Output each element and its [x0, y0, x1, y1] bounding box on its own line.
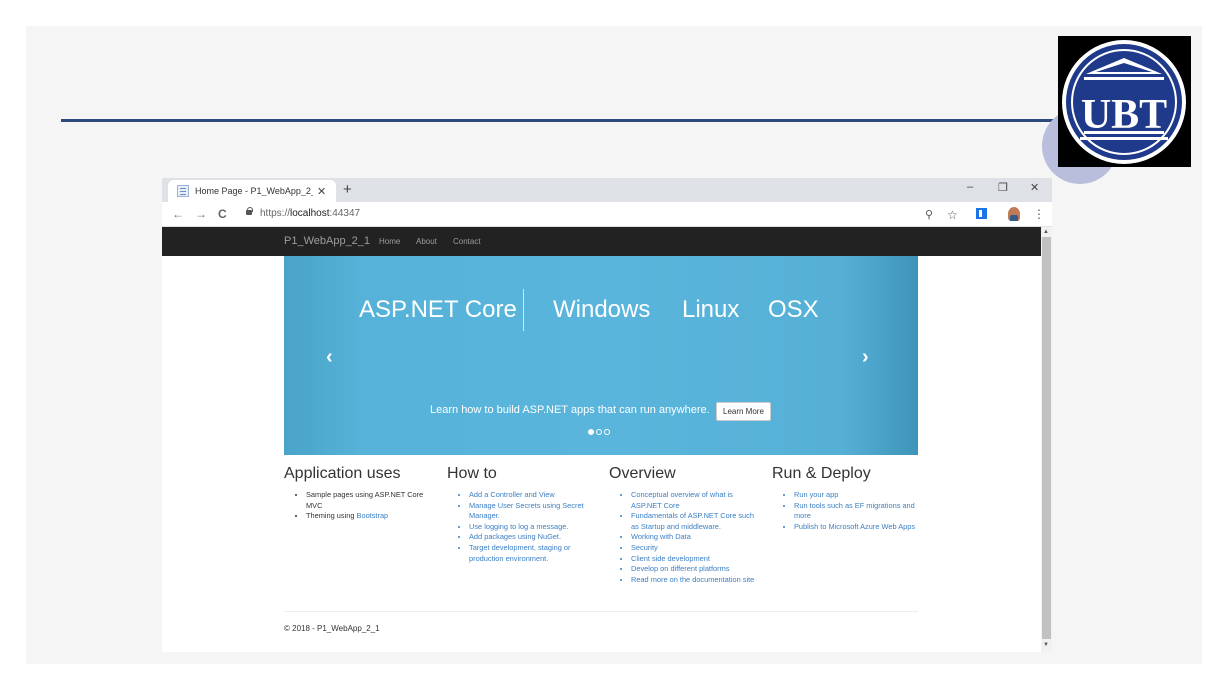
browser-window: Home Page - P1_WebApp_2_1 ✕ + – ❐ ✕ ← → … — [162, 178, 1052, 652]
list-item: Theming using Bootstrap — [306, 511, 434, 522]
column-heading: Run & Deploy — [772, 465, 871, 482]
overview-link[interactable]: Client side development — [631, 554, 710, 563]
ubt-logo: UBT — [1058, 36, 1191, 167]
column-overview: Overview Conceptual overview of what is … — [609, 465, 757, 585]
list-item: Run tools such as EF migrations and more — [794, 501, 922, 522]
list-item: Read more on the documentation site — [631, 575, 757, 586]
list-item: Manage User Secrets using Secret Manager… — [469, 501, 597, 522]
scroll-up-icon[interactable]: ▲ — [1043, 229, 1049, 235]
new-tab-button[interactable]: + — [343, 181, 352, 198]
column-run-deploy: Run & Deploy Run your app Run tools such… — [772, 465, 922, 532]
reload-icon[interactable]: C — [218, 207, 227, 221]
carousel-indicator-2[interactable] — [596, 429, 602, 435]
column-heading: Application uses — [284, 465, 401, 482]
list-item: Publish to Microsoft Azure Web Apps — [794, 522, 922, 533]
footer-divider — [284, 611, 918, 612]
list-item: Target development, staging or productio… — [469, 543, 597, 564]
page-favicon-icon — [177, 185, 189, 197]
carousel-next-icon[interactable]: › — [862, 346, 869, 369]
list-item: Conceptual overview of what is ASP.NET C… — [631, 490, 757, 511]
page-footer: © 2018 - P1_WebApp_2_1 — [284, 624, 380, 633]
deploy-link[interactable]: Run tools such as EF migrations and more — [794, 501, 915, 521]
column-application-uses: Application uses Sample pages using ASP.… — [284, 465, 434, 522]
deploy-link[interactable]: Publish to Microsoft Azure Web Apps — [794, 522, 915, 531]
howto-link[interactable]: Manage User Secrets using Secret Manager… — [469, 501, 584, 521]
carousel-caption: Learn how to build ASP.NET apps that can… — [430, 404, 710, 416]
nav-home-link[interactable]: Home — [379, 237, 400, 246]
carousel-indicator-1[interactable] — [588, 429, 594, 435]
browser-tab[interactable]: Home Page - P1_WebApp_2_1 ✕ — [168, 180, 336, 202]
zoom-icon[interactable]: ⚲ — [925, 208, 933, 221]
list-item: Working with Data — [631, 532, 757, 543]
browser-menu-icon[interactable]: ⋮ — [1033, 207, 1045, 221]
url-input[interactable]: https://localhost:44347 — [260, 208, 360, 219]
ubt-logo-text: UBT — [1081, 92, 1167, 138]
list-item: Run your app — [794, 490, 922, 501]
hero-carousel: ASP.NET Core Windows Linux OSX ‹ › Learn… — [284, 256, 918, 455]
list-item: Sample pages using ASP.NET Core MVC — [306, 490, 434, 511]
site-navbar: P1_WebApp_2_1 Home About Contact — [162, 227, 1041, 256]
minimize-button[interactable]: – — [967, 181, 973, 193]
tab-title: Home Page - P1_WebApp_2_1 — [195, 186, 313, 196]
back-icon[interactable]: ← — [172, 207, 184, 221]
carousel-indicators — [588, 429, 610, 435]
overview-link[interactable]: Fundamentals of ASP.NET Core such as Sta… — [631, 511, 754, 531]
list-item: Fundamentals of ASP.NET Core such as Sta… — [631, 511, 757, 532]
list-item: Client side development — [631, 554, 757, 565]
slide-title-rule — [61, 119, 1071, 122]
list-item: Develop on different platforms — [631, 564, 757, 575]
howto-link[interactable]: Add packages using NuGet. — [469, 532, 561, 541]
carousel-indicator-3[interactable] — [604, 429, 610, 435]
list-item: Security — [631, 543, 757, 554]
forward-icon[interactable]: → — [195, 207, 207, 221]
bootstrap-link[interactable]: Bootstrap — [357, 511, 389, 520]
deploy-link[interactable]: Run your app — [794, 490, 838, 499]
site-brand-link[interactable]: P1_WebApp_2_1 — [284, 235, 370, 247]
tab-close-icon[interactable]: ✕ — [317, 185, 326, 198]
nav-about-link[interactable]: About — [416, 237, 437, 246]
carousel-word-windows: Windows — [553, 296, 651, 323]
vertical-scrollbar[interactable]: ▲ ▼ — [1041, 227, 1052, 652]
overview-link[interactable]: Read more on the documentation site — [631, 575, 754, 584]
extension-icon[interactable] — [976, 208, 987, 219]
howto-link[interactable]: Use logging to log a message. — [469, 522, 568, 531]
howto-link[interactable]: Add a Controller and View — [469, 490, 555, 499]
scroll-down-icon[interactable]: ▼ — [1043, 642, 1049, 648]
nav-contact-link[interactable]: Contact — [453, 237, 481, 246]
column-heading: How to — [447, 465, 497, 482]
scrollbar-thumb[interactable] — [1042, 237, 1051, 639]
overview-link[interactable]: Conceptual overview of what is ASP.NET C… — [631, 490, 733, 510]
carousel-word-linux: Linux — [682, 296, 740, 323]
carousel-prev-icon[interactable]: ‹ — [326, 346, 333, 369]
overview-link[interactable]: Working with Data — [631, 532, 691, 541]
list-item: Add a Controller and View — [469, 490, 597, 501]
carousel-divider — [523, 289, 524, 331]
carousel-word-aspnet: ASP.NET Core — [359, 296, 517, 323]
overview-link[interactable]: Develop on different platforms — [631, 564, 729, 573]
profile-avatar-icon[interactable] — [1008, 207, 1020, 221]
bookmark-star-icon[interactable]: ☆ — [947, 208, 958, 222]
list-item: Add packages using NuGet. — [469, 532, 597, 543]
address-bar: ← → C https://localhost:44347 ⚲ ☆ ⋮ — [162, 202, 1052, 227]
overview-link[interactable]: Security — [631, 543, 658, 552]
column-how-to: How to Add a Controller and View Manage … — [447, 465, 597, 564]
learn-more-button[interactable]: Learn More — [716, 402, 771, 421]
list-item: Use logging to log a message. — [469, 522, 597, 533]
howto-link[interactable]: Target development, staging or productio… — [469, 543, 570, 563]
ubt-logo-emblem: UBT — [1058, 36, 1191, 167]
lock-icon[interactable] — [246, 207, 253, 215]
page-viewport: P1_WebApp_2_1 Home About Contact ASP.NET… — [162, 227, 1041, 652]
tab-strip: Home Page - P1_WebApp_2_1 ✕ + – ❐ ✕ — [162, 178, 1052, 202]
carousel-word-osx: OSX — [768, 296, 819, 323]
close-window-button[interactable]: ✕ — [1030, 181, 1039, 194]
column-heading: Overview — [609, 465, 676, 482]
restore-button[interactable]: ❐ — [998, 181, 1008, 194]
